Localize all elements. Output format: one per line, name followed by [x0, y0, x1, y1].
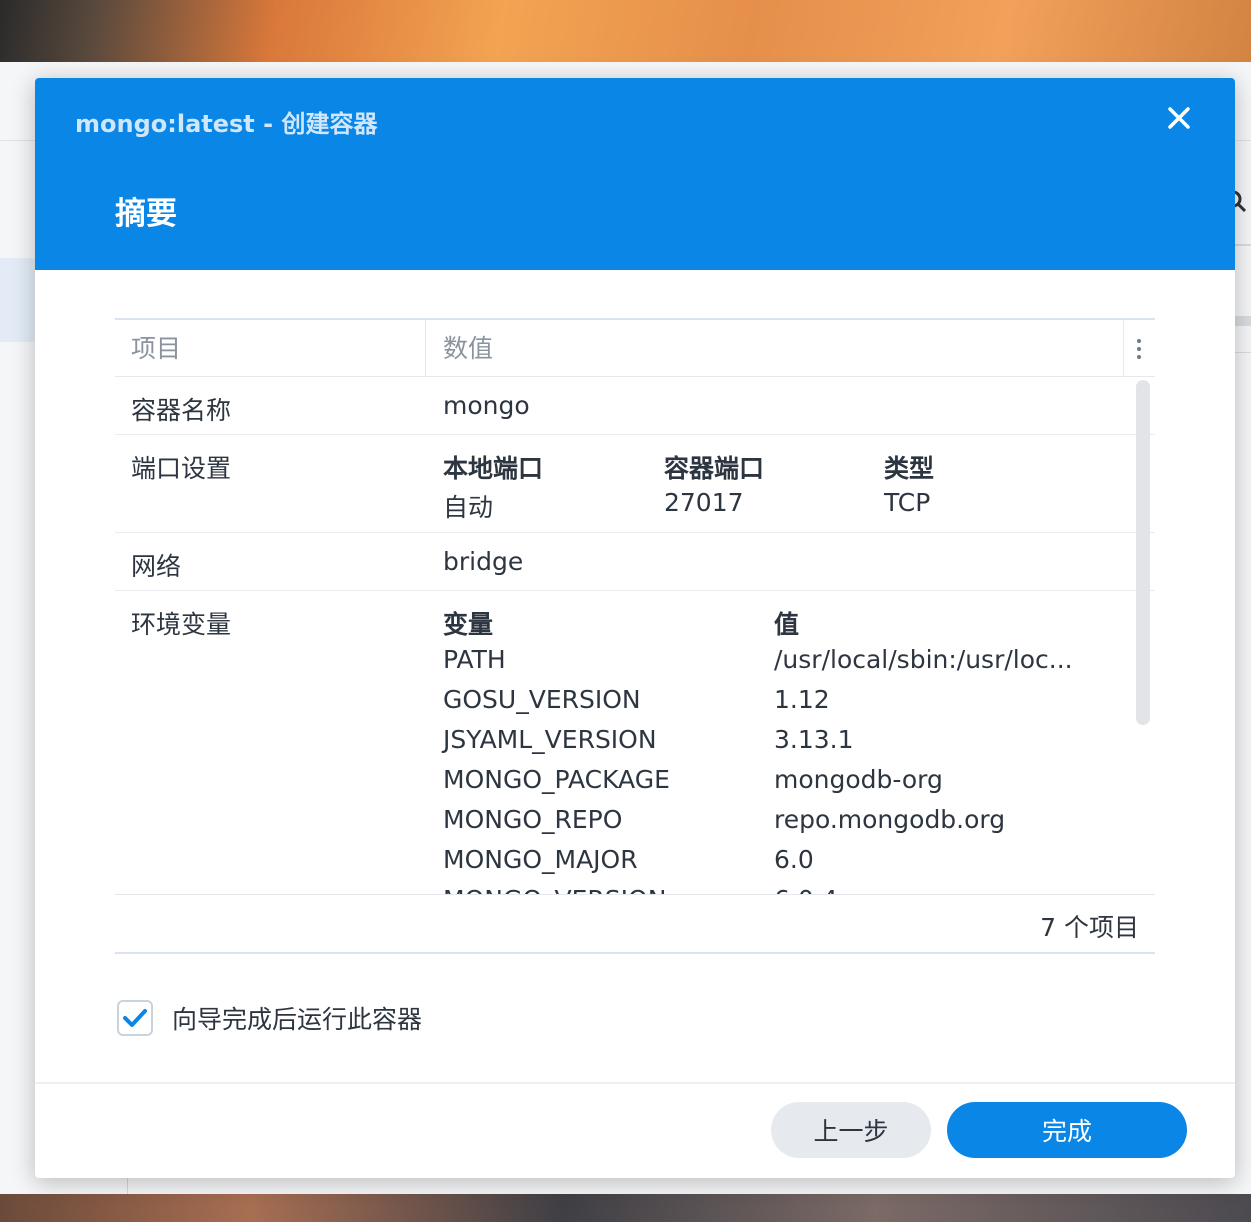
port-local-value: 自动 [443, 493, 494, 522]
table-header: 项目 数值 [115, 318, 1155, 377]
port-header-local: 本地端口 [443, 454, 544, 483]
port-container-value: 27017 [664, 488, 744, 517]
env-var-name: MONGO_MAJOR [443, 845, 638, 874]
env-var-value: 1.12 [774, 685, 830, 714]
column-menu-button[interactable] [1129, 334, 1149, 364]
column-resize-handle[interactable] [425, 320, 426, 377]
run-after-wizard-checkbox[interactable]: 向导完成后运行此容器 [117, 1000, 422, 1036]
table-row-port-settings[interactable]: 端口设置 本地端口 容器端口 类型 自动 27017 TCP [115, 435, 1155, 533]
env-var-value: mongodb-org [774, 765, 943, 794]
env-var-name: GOSU_VERSION [443, 685, 641, 714]
table-row-environment[interactable]: 环境变量 变量 值 PATH /usr/local/sbin:/usr/loc.… [115, 591, 1155, 894]
checkbox[interactable] [117, 1000, 153, 1036]
row-value: bridge [443, 547, 524, 576]
create-container-dialog: mongo:latest - 创建容器 摘要 项目 数值 容器名称 mongo [35, 78, 1235, 1178]
env-var-name: MONGO_VERSION [443, 885, 666, 894]
table-body[interactable]: 容器名称 mongo 端口设置 本地端口 容器端口 类型 自动 27017 TC… [115, 377, 1155, 894]
column-header-item[interactable]: 项目 [131, 320, 181, 377]
table-scrollbar[interactable] [1136, 380, 1150, 725]
env-var-value: 6.0.4 [774, 885, 838, 894]
desktop-wallpaper-top [0, 0, 1251, 62]
footer-divider [35, 1082, 1235, 1084]
env-var-value: 3.13.1 [774, 725, 854, 754]
more-vertical-icon [1137, 339, 1141, 343]
dialog-title: mongo:latest - 创建容器 [75, 110, 378, 138]
checkmark-icon [123, 1009, 147, 1027]
table-footer: 7 个项目 [115, 894, 1155, 954]
env-var-value: /usr/local/sbin:/usr/loc... [774, 645, 1073, 674]
column-header-value[interactable]: 数值 [443, 320, 493, 377]
env-var-value: repo.mongodb.org [774, 805, 1006, 834]
env-var-value: 6.0 [774, 845, 814, 874]
desktop-wallpaper-bottom [0, 1194, 1251, 1222]
port-type-value: TCP [884, 488, 931, 517]
item-count: 7 个项目 [1040, 913, 1139, 942]
env-var-name: MONGO_REPO [443, 805, 623, 834]
row-value: mongo [443, 391, 530, 420]
env-header-value: 值 [774, 610, 800, 639]
summary-table: 项目 数值 容器名称 mongo 端口设置 本地端口 容器端口 类型 自动 27… [115, 318, 1155, 954]
table-row-container-name[interactable]: 容器名称 mongo [115, 377, 1155, 435]
row-key: 环境变量 [131, 610, 232, 639]
port-header-type: 类型 [884, 454, 935, 483]
previous-step-button[interactable]: 上一步 [771, 1102, 931, 1158]
checkbox-label: 向导完成后运行此容器 [172, 1005, 423, 1034]
row-key: 端口设置 [131, 454, 232, 483]
env-var-name: PATH [443, 645, 506, 674]
env-var-name: MONGO_PACKAGE [443, 765, 670, 794]
port-header-container: 容器端口 [664, 454, 765, 483]
close-button[interactable] [1163, 102, 1195, 134]
row-key: 容器名称 [131, 396, 232, 425]
row-key: 网络 [131, 552, 182, 581]
table-row-network[interactable]: 网络 bridge [115, 533, 1155, 591]
step-title: 摘要 [115, 196, 177, 232]
finish-button[interactable]: 完成 [947, 1102, 1187, 1158]
env-var-name: JSYAML_VERSION [443, 725, 657, 754]
env-header-variable: 变量 [443, 610, 494, 639]
close-icon [1168, 107, 1190, 129]
dialog-header: mongo:latest - 创建容器 摘要 [35, 78, 1235, 270]
